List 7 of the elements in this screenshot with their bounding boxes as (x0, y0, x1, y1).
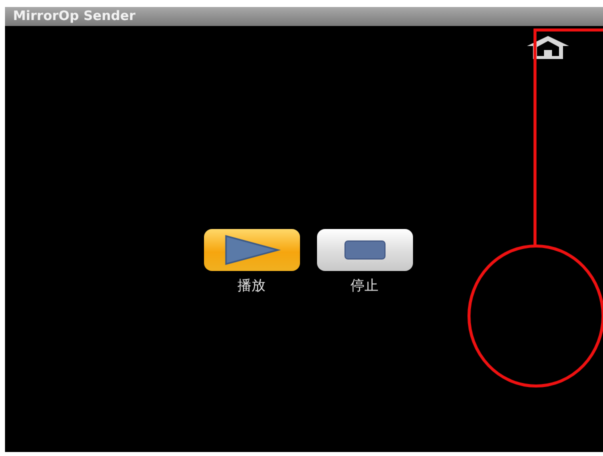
home-icon[interactable] (525, 34, 571, 60)
window-title: MirrorOp Sender (13, 9, 136, 24)
media-button[interactable] (204, 229, 300, 271)
button-label: 播放 (238, 277, 266, 295)
button-label: 停止 (350, 277, 378, 295)
media-button[interactable] (316, 229, 412, 271)
stop-icon (344, 240, 386, 260)
